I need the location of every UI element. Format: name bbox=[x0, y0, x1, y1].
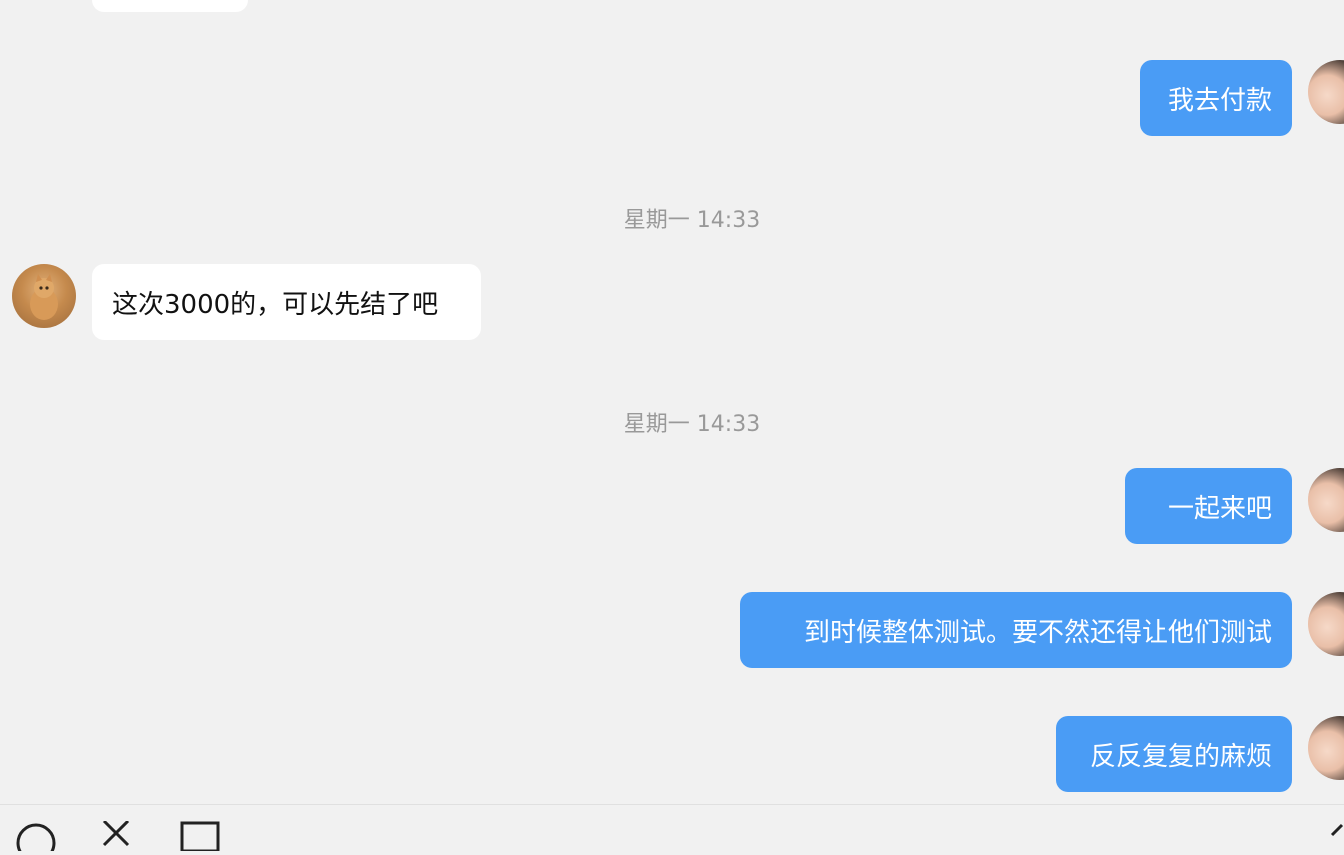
message-text: 我去付款 bbox=[1167, 85, 1272, 116]
self-avatar[interactable] bbox=[1308, 592, 1344, 656]
self-avatar[interactable] bbox=[1308, 468, 1344, 532]
message-text: 反反复复的麻烦 bbox=[1089, 741, 1272, 772]
message-bubble-outgoing[interactable]: 反反复复的麻烦 bbox=[1056, 716, 1292, 792]
message-text: 一起来吧 bbox=[1167, 493, 1272, 524]
message-bubble-outgoing[interactable]: 我去付款 bbox=[1140, 60, 1292, 136]
chat-message-list[interactable]: 我去付款 星期一 14:33 这次3000的，可以先结了吧 星期一 14:33 … bbox=[0, 0, 1344, 804]
message-bubble-outgoing[interactable]: 到时候整体测试。要不然还得让他们测试 bbox=[740, 592, 1292, 668]
cat-avatar-icon bbox=[30, 274, 58, 320]
contact-avatar[interactable] bbox=[12, 264, 76, 328]
message-text: 这次3000的，可以先结了吧 bbox=[112, 289, 439, 320]
composer-toolbar bbox=[0, 804, 1344, 855]
message-bubble-incoming[interactable]: 这次3000的，可以先结了吧 bbox=[92, 264, 481, 340]
self-avatar[interactable] bbox=[1308, 60, 1344, 124]
emoji-icon[interactable] bbox=[16, 821, 56, 855]
message-timestamp: 星期一 14:33 bbox=[623, 208, 761, 233]
scissors-icon[interactable] bbox=[96, 819, 136, 851]
message-bubble-incoming-partial[interactable] bbox=[92, 0, 248, 12]
message-timestamp: 星期一 14:33 bbox=[623, 412, 761, 437]
message-text: 到时候整体测试。要不然还得让他们测试 bbox=[803, 617, 1272, 648]
send-icon[interactable] bbox=[1304, 821, 1344, 851]
message-bubble-outgoing[interactable]: 一起来吧 bbox=[1125, 468, 1292, 544]
folder-icon[interactable] bbox=[180, 821, 220, 853]
self-avatar[interactable] bbox=[1308, 716, 1344, 780]
